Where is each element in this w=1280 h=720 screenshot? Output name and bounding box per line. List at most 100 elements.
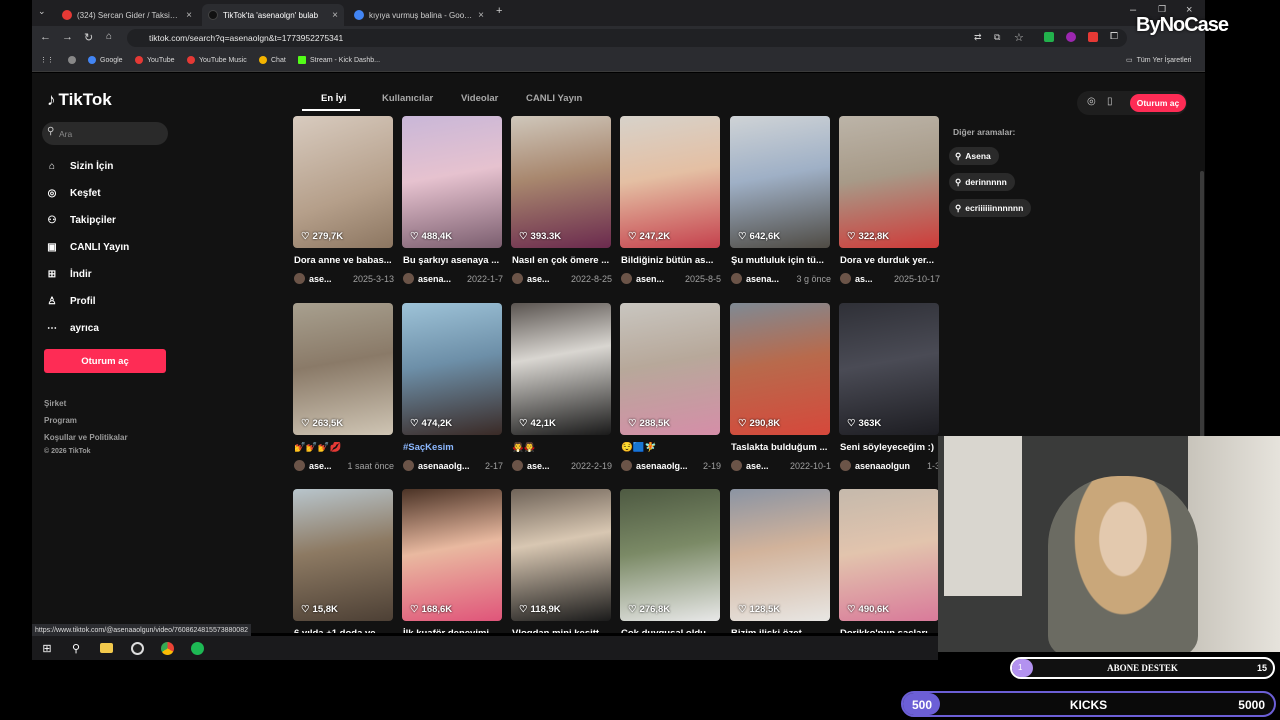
video-title[interactable]: Nasıl en çok ömere ... xyxy=(512,255,612,266)
video-title[interactable]: Dora ve durduk yer... xyxy=(840,255,940,266)
video-thumbnail[interactable]: ♡ 290,8K xyxy=(730,303,830,435)
extensions-puzzle-icon[interactable]: ⧠ xyxy=(1110,31,1118,42)
extension-red-icon[interactable] xyxy=(1088,32,1098,42)
sidebar-item-more[interactable]: ⋯ ayrıca xyxy=(44,320,99,336)
related-search-chip[interactable]: ⚲ ecriiiiiinnnnnn xyxy=(949,199,1032,217)
chrome-icon[interactable] xyxy=(159,640,175,656)
compass-header-icon[interactable]: ◎ xyxy=(1087,96,1096,107)
video-thumbnail[interactable]: ♡ 42,1K xyxy=(511,303,611,435)
video-card[interactable]: ♡ 363K Seni söyleyeceğim :) asenaaolgun 1-3 xyxy=(839,303,940,483)
video-card[interactable]: ♡15,8K6 yılda +1 doda ve ...ase... xyxy=(293,489,393,633)
video-thumbnail[interactable]: ♡ 263,5K xyxy=(293,303,393,435)
page-scrollbar[interactable] xyxy=(1200,171,1204,461)
video-card[interactable]: ♡168,6Kİlk kuaför deneyimi ...ase... xyxy=(402,489,502,633)
footer-program-link[interactable]: Program xyxy=(44,416,77,425)
back-icon[interactable]: ← xyxy=(40,31,51,43)
browser-tab-2[interactable]: TikTok'ta 'asenaolgn' bulab × xyxy=(202,4,344,26)
video-thumbnail[interactable]: ♡ 247,2K xyxy=(620,116,720,248)
video-card[interactable]: ♡ 247,2K Bildiğiniz bütün as... asen... 2025… xyxy=(620,116,721,296)
video-author-row[interactable]: asenaaolg... 2-17 xyxy=(403,460,503,471)
windows-start-icon[interactable]: ⊞ xyxy=(39,640,55,656)
video-title[interactable]: Dorikko'nun saçların... xyxy=(840,628,940,633)
video-title[interactable]: İlk kuaför deneyimi ... xyxy=(403,628,503,633)
video-author-row[interactable]: asena... 2022-1-7 xyxy=(403,273,503,284)
video-card[interactable]: ♡490,6KDorikko'nun saçların...ase... xyxy=(839,489,940,633)
video-card[interactable]: ♡118,9KVlogdan mini kesitt...ase... xyxy=(511,489,611,633)
extension-green-icon[interactable] xyxy=(1044,32,1054,42)
video-author-row[interactable]: ase... 2022-10-1 xyxy=(731,460,831,471)
bookmark-all[interactable]: ▭ Tüm Yer İşaretleri xyxy=(1126,56,1191,65)
video-card[interactable]: ♡ 322,8K Dora ve durduk yer... as... 2025-10… xyxy=(839,116,940,296)
video-thumbnail[interactable]: ♡ 279,7K xyxy=(293,116,393,248)
video-author-row[interactable]: ase... 1 saat önce xyxy=(294,460,394,471)
browser-tab-1[interactable]: (324) Sercan Gider / Taksim'de × xyxy=(56,4,198,26)
obs-icon[interactable] xyxy=(129,640,145,656)
video-title[interactable]: Dora anne ve babas... xyxy=(294,255,394,266)
video-thumbnail[interactable]: ♡ 168,6K xyxy=(402,489,502,621)
video-title[interactable]: 6 yılda +1 doda ve ... xyxy=(294,628,394,633)
video-thumbnail[interactable]: ♡ 490,6K xyxy=(839,489,939,621)
video-title[interactable]: Bildiğiniz bütün as... xyxy=(621,255,721,266)
video-title[interactable]: 🧛🧛 xyxy=(512,442,612,453)
video-card[interactable]: ♡ 279,7K Dora anne ve babas... ase... 2025-3… xyxy=(293,116,394,296)
footer-company-link[interactable]: Şirket xyxy=(44,399,66,408)
video-card[interactable]: ♡ 488,4K Bu şarkıyı asenaya ... asena... 202… xyxy=(402,116,503,296)
browser-tab-3[interactable]: kıyıya vurmuş balina - Google'd × xyxy=(348,4,490,26)
video-thumbnail[interactable]: ♡ 276,8K xyxy=(620,489,720,621)
translate-icon[interactable]: ⇄ xyxy=(974,32,982,43)
bookmark-kick[interactable]: Stream - Kick Dashb... xyxy=(298,56,380,64)
spotify-icon[interactable] xyxy=(189,640,205,656)
close-tab-icon[interactable]: × xyxy=(332,10,338,21)
footer-terms-link[interactable]: Koşullar ve Politikalar xyxy=(44,433,128,442)
video-thumbnail[interactable]: ♡ 128,5K xyxy=(730,489,830,621)
bookmark-chat[interactable]: Chat xyxy=(259,56,286,64)
new-tab-icon[interactable]: + xyxy=(496,5,502,17)
video-thumbnail[interactable]: ♡ 288,5K xyxy=(620,303,720,435)
close-tab-icon[interactable]: × xyxy=(186,10,192,21)
related-search-chip[interactable]: ⚲ derinnnnn xyxy=(949,173,1015,191)
video-author-row[interactable]: asena... 3 g önce xyxy=(731,273,831,284)
install-icon[interactable]: ⧉ xyxy=(994,32,1000,43)
video-thumbnail[interactable]: ♡ 118,9K xyxy=(511,489,611,621)
video-title[interactable]: Bu şarkıyı asenaya ... xyxy=(403,255,503,266)
bookmark-globe-icon[interactable] xyxy=(68,56,76,64)
video-author-row[interactable]: asenaaolgun 1-3 xyxy=(840,460,940,471)
home-browser-icon[interactable]: ⌂ xyxy=(106,31,112,42)
bookmark-google[interactable]: Google xyxy=(88,56,123,64)
forward-icon[interactable]: → xyxy=(62,31,73,43)
tiktok-logo[interactable]: ♪ TikTok xyxy=(47,90,112,110)
video-author-row[interactable]: asen... 2025-8-5 xyxy=(621,273,721,284)
video-thumbnail[interactable]: ♡ 488,4K xyxy=(402,116,502,248)
device-icon[interactable]: ▯ xyxy=(1107,96,1113,107)
video-author-row[interactable]: asenaaolg... 2-19 xyxy=(621,460,721,471)
sidebar-item-live[interactable]: ▣ CANLI Yayın xyxy=(44,239,129,255)
sidebar-login-button[interactable]: Oturum aç xyxy=(44,349,166,373)
related-search-chip[interactable]: ⚲ Asena xyxy=(949,147,999,165)
tab-users[interactable]: Kullanıcılar xyxy=(382,93,433,104)
video-card[interactable]: ♡128,5KBizim ilişki özet...ase... xyxy=(730,489,830,633)
video-title[interactable]: Seni söyleyeceğim :) xyxy=(840,442,940,453)
video-card[interactable]: ♡ 263,5K 💅💅💅💋 ase... 1 saat önce xyxy=(293,303,394,483)
video-card[interactable]: ♡ 474,2K #SaçKesim asenaaolg... 2-17 xyxy=(402,303,503,483)
bookmark-youtube-music[interactable]: YouTube Music xyxy=(187,56,247,64)
video-thumbnail[interactable]: ♡ 322,8K xyxy=(839,116,939,248)
video-card[interactable]: ♡ 642,6K Şu mutluluk için tü... asena... 3 g… xyxy=(730,116,831,296)
video-thumbnail[interactable]: ♡ 474,2K xyxy=(402,303,502,435)
video-author-row[interactable]: ase... 2022-8-25 xyxy=(512,273,612,284)
search-input[interactable]: ⚲ Ara xyxy=(42,122,168,145)
bookmark-youtube[interactable]: YouTube xyxy=(135,56,175,64)
apps-grid-icon[interactable]: ⋮⋮ xyxy=(40,56,54,64)
sidebar-item-download[interactable]: ⊞ İndir xyxy=(44,266,92,282)
file-explorer-icon[interactable] xyxy=(98,640,114,656)
video-card[interactable]: ♡ 288,5K 😌🟦🧚 asenaaolg... 2-19 xyxy=(620,303,721,483)
video-title[interactable]: Vlogdan mini kesitt... xyxy=(512,628,612,633)
bookmark-star-icon[interactable]: ☆ xyxy=(1014,31,1024,44)
video-title[interactable]: 💅💅💅💋 xyxy=(294,442,394,453)
video-title[interactable]: 😌🟦🧚 xyxy=(621,442,721,453)
video-title[interactable]: Şu mutluluk için tü... xyxy=(731,255,831,266)
video-author-row[interactable]: as... 2025-10-17 xyxy=(840,273,940,284)
close-tab-icon[interactable]: × xyxy=(478,10,484,21)
sidebar-item-explore[interactable]: ◎ Keşfet xyxy=(44,185,101,201)
video-title[interactable]: Çok duygusal oldu... xyxy=(621,628,721,633)
video-thumbnail[interactable]: ♡ 642,6K xyxy=(730,116,830,248)
